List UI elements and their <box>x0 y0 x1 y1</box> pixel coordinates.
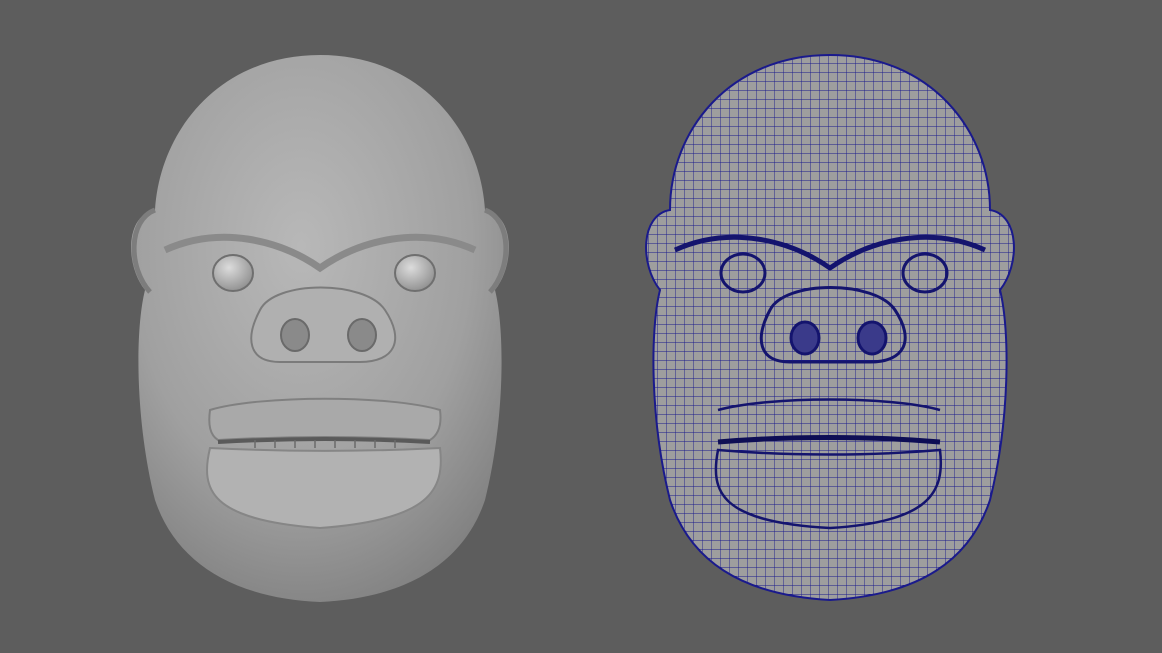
upper-lip <box>208 397 442 442</box>
nostril-left <box>280 318 310 352</box>
3d-viewport[interactable] <box>0 0 1162 653</box>
eye-right <box>394 254 436 292</box>
nostril-right <box>347 318 377 352</box>
nostril-left-wire <box>789 320 821 356</box>
nostril-right-wire <box>856 320 888 356</box>
head-model-shaded[interactable] <box>131 55 509 602</box>
eye-left <box>212 254 254 292</box>
viewport-canvas[interactable] <box>0 0 1162 653</box>
head-model-wireframe[interactable] <box>630 50 1030 610</box>
